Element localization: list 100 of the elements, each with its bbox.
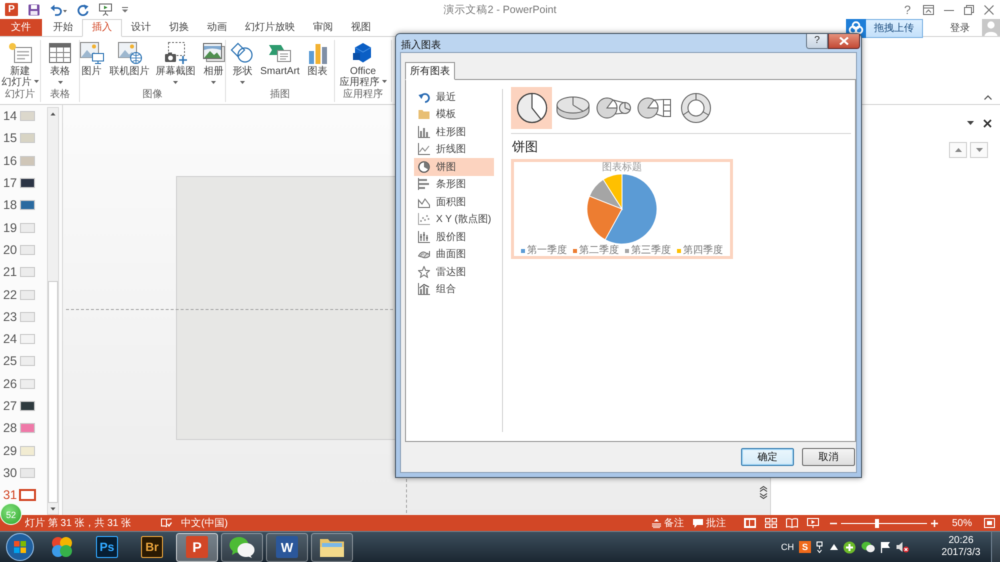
ribbon-command[interactable]: 图表 — [304, 40, 332, 89]
close-icon[interactable] — [983, 118, 992, 128]
ok-button[interactable]: 确定 — [741, 448, 794, 466]
chart-category-item[interactable]: 柱形图 — [414, 123, 494, 140]
repeat-icon[interactable] — [77, 4, 89, 16]
input-language-indicator[interactable]: CH — [781, 542, 794, 552]
chart-subtype-button[interactable] — [511, 87, 552, 129]
ribbon-command[interactable]: 形状 — [228, 40, 256, 89]
ribbon-command[interactable]: 相册 — [200, 40, 228, 89]
triangle-up-icon[interactable] — [830, 544, 838, 550]
sign-in-link[interactable]: 登录 — [950, 20, 970, 34]
flag-icon[interactable] — [880, 541, 891, 553]
slide-thumbnail[interactable] — [20, 290, 35, 300]
slide-thumbnail[interactable] — [20, 468, 35, 478]
chat-bubbles-icon[interactable] — [861, 541, 875, 553]
chart-category-item[interactable]: 饼图 — [414, 158, 494, 176]
show-desktop-button[interactable] — [991, 532, 1000, 562]
file-menu-button[interactable]: 文件 — [0, 19, 42, 36]
scrollbar[interactable] — [47, 107, 59, 515]
slide-thumbnail[interactable] — [20, 312, 35, 322]
ribbon-command[interactable]: 屏幕截图 — [154, 40, 198, 89]
upload-button[interactable]: 拖拽上传 — [846, 19, 923, 38]
slide-thumbnail[interactable] — [20, 267, 35, 278]
previous-button[interactable] — [949, 142, 967, 158]
slide-thumbnail[interactable] — [20, 178, 35, 188]
ribbon-command[interactable]: Office 应用程序 — [338, 40, 388, 89]
slide-thumbnail[interactable] — [20, 378, 35, 389]
ribbon-tab[interactable]: 切换 — [160, 19, 198, 36]
ribbon-command[interactable]: 表格 — [46, 40, 74, 89]
save-icon[interactable] — [28, 4, 40, 16]
help-button[interactable]: ? — [806, 34, 828, 49]
chart-preview[interactable]: 图表标题 第一季度 第二季度 第三季度 第四季度 — [511, 159, 733, 259]
slide-thumbnail[interactable] — [20, 222, 35, 233]
slide-thumbnail[interactable] — [20, 401, 35, 411]
plus-circle-icon[interactable] — [843, 540, 856, 554]
taskbar-button[interactable] — [311, 532, 353, 562]
slide-thumbnail[interactable] — [20, 133, 35, 144]
scrollbar-thumb[interactable] — [48, 281, 58, 503]
ribbon-tab[interactable]: 开始 — [44, 19, 82, 36]
chart-category-item[interactable]: 最近 — [414, 88, 494, 106]
normal-view-icon[interactable] — [744, 518, 756, 528]
slideshow-icon[interactable] — [806, 518, 819, 528]
ribbon-tab[interactable]: 视图 — [342, 19, 380, 36]
taskbar-button[interactable]: W — [266, 532, 308, 562]
chart-category-item[interactable]: 模板 — [414, 106, 494, 123]
ribbon-tab[interactable]: 动画 — [198, 19, 236, 36]
language-indicator[interactable]: 中文(中国) — [181, 516, 228, 530]
slide-thumbnail[interactable] — [20, 446, 35, 456]
slide-thumbnail[interactable] — [20, 356, 35, 366]
book-icon[interactable] — [786, 518, 798, 528]
taskbar-button[interactable]: P — [176, 532, 218, 562]
plus-icon[interactable] — [930, 520, 938, 526]
chart-category-item[interactable]: 曲面图 — [414, 246, 494, 263]
undo-icon[interactable] — [50, 4, 67, 16]
clock-date[interactable]: 2017/3/3 — [942, 547, 980, 559]
dropdown-caret-icon[interactable] — [122, 6, 128, 12]
book-check-icon[interactable] — [161, 518, 172, 528]
next-slide-icon[interactable] — [758, 493, 768, 499]
slide-thumbnail[interactable] — [20, 156, 35, 166]
slide-thumbnail[interactable] — [19, 489, 36, 502]
chart-category-item[interactable]: 条形图 — [414, 176, 494, 193]
presentation-screen-icon[interactable] — [99, 3, 112, 16]
ribbon-tab[interactable]: 插入 — [82, 19, 122, 37]
slide-thumbnail[interactable] — [20, 334, 35, 344]
dialog-tab[interactable]: 所有图表 — [405, 62, 455, 80]
close-button[interactable] — [828, 34, 860, 49]
speaker-muted-icon[interactable] — [896, 541, 909, 553]
taskbar-button[interactable]: Ps — [86, 532, 128, 562]
ribbon-tab[interactable]: 设计 — [122, 19, 160, 36]
ribbon-tab[interactable]: 审阅 — [304, 19, 342, 36]
ribbon-command[interactable]: 新建 幻灯片 — [0, 40, 40, 89]
ime-toolbar-icon[interactable] — [816, 541, 825, 553]
restore-icon[interactable] — [964, 4, 974, 14]
help-button[interactable]: ? — [897, 2, 918, 18]
chart-category-item[interactable]: 面积图 — [414, 193, 494, 210]
slide-thumbnail[interactable] — [20, 200, 35, 210]
slide-thumbnail[interactable] — [20, 423, 35, 434]
previous-slide-icon[interactable] — [758, 486, 768, 492]
dropdown-caret-icon[interactable] — [967, 121, 974, 125]
ribbon-tab[interactable]: 幻灯片放映 — [236, 19, 304, 36]
fit-to-window-icon[interactable] — [984, 518, 995, 528]
chevron-up-icon[interactable] — [984, 95, 992, 100]
chart-category-item[interactable]: 雷达图 — [414, 263, 494, 280]
cancel-button[interactable]: 取消 — [802, 448, 855, 466]
ribbon-command[interactable]: 图片 — [78, 40, 106, 89]
ribbon-display-icon[interactable] — [923, 4, 934, 14]
ribbon-command[interactable]: SmartArt — [258, 40, 302, 89]
comments-button[interactable]: 批注 — [692, 516, 726, 530]
chart-category-item[interactable]: 折线图 — [414, 140, 494, 158]
next-button[interactable] — [970, 142, 988, 158]
notes-button[interactable]: 备注 — [652, 516, 684, 530]
start-orb-icon[interactable] — [6, 533, 34, 561]
chart-category-item[interactable]: 组合 — [414, 280, 494, 298]
chart-category-item[interactable]: X Y (散点图) — [414, 210, 494, 228]
zoom-slider-thumb[interactable] — [875, 518, 880, 528]
zoom-percentage[interactable]: 50% — [952, 518, 972, 528]
slide-thumbnail[interactable] — [20, 111, 35, 122]
chart-category-item[interactable]: 股价图 — [414, 228, 494, 246]
ribbon-command[interactable]: 联机图片 — [108, 40, 152, 89]
taskbar-button[interactable]: Br — [131, 532, 173, 562]
